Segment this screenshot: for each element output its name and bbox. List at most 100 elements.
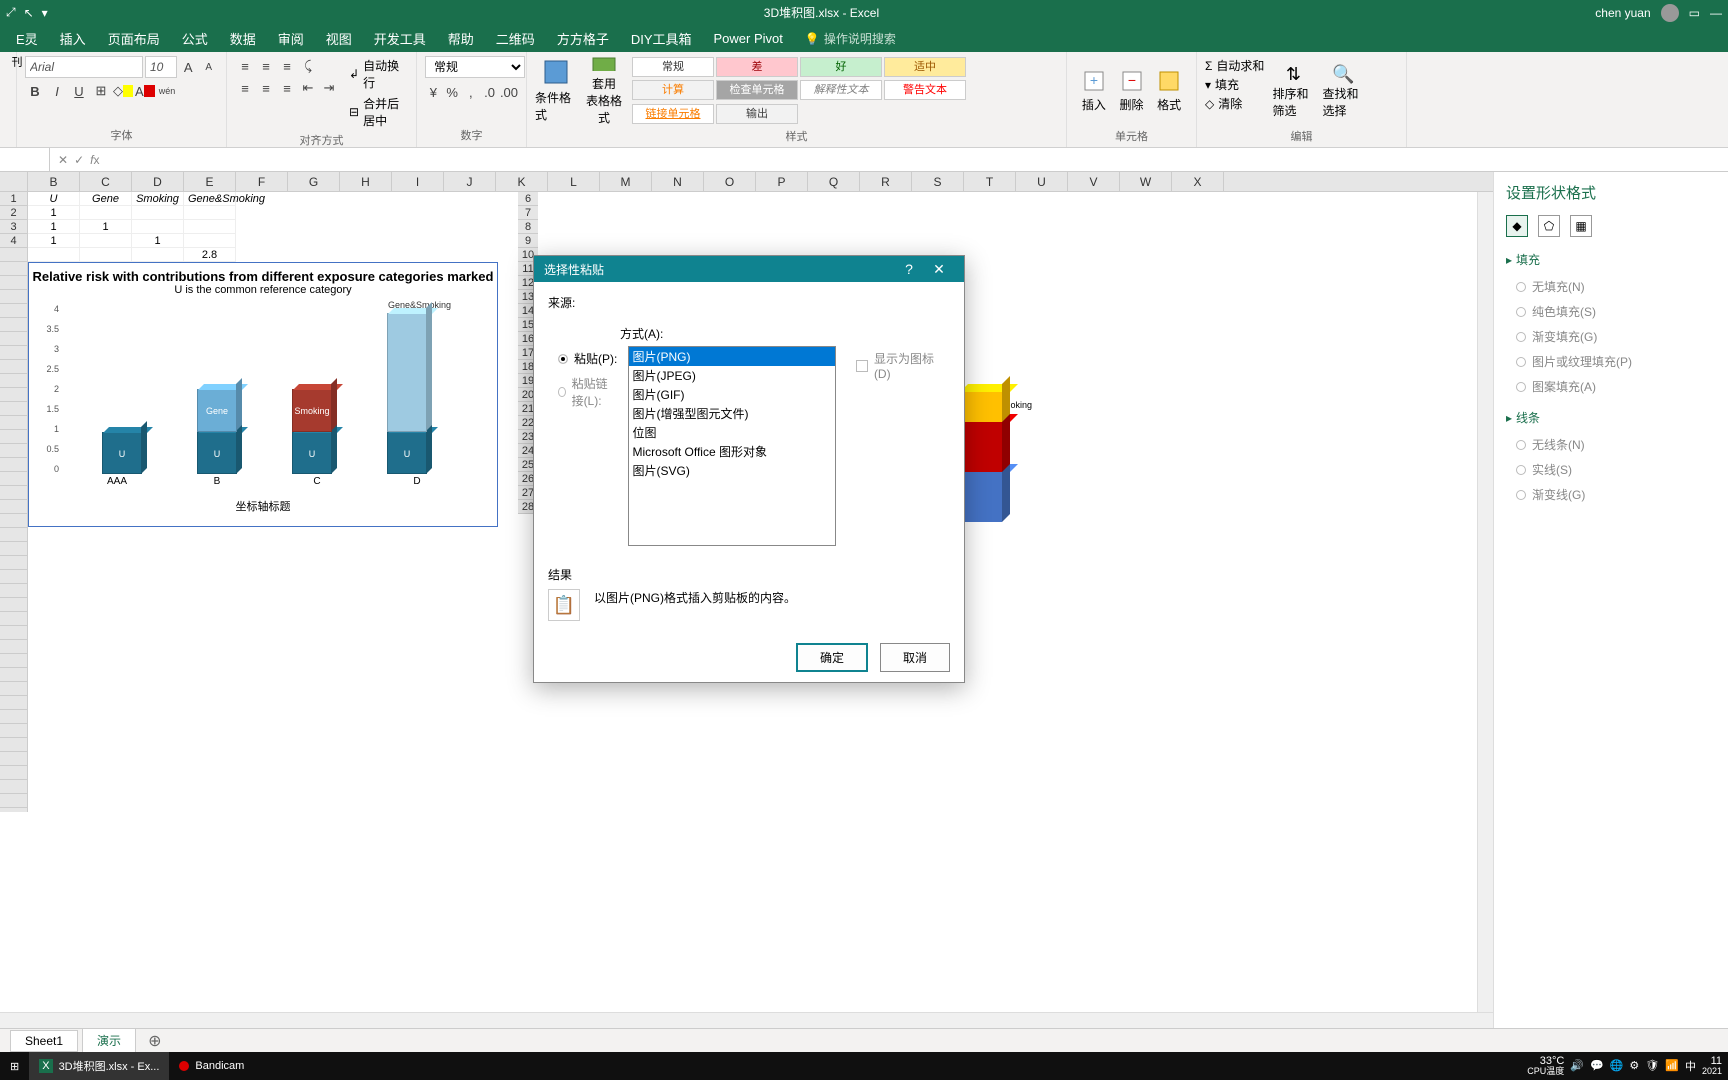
comma-icon[interactable]: , (462, 82, 479, 102)
row-header[interactable] (0, 304, 27, 318)
row-header[interactable] (0, 458, 27, 472)
tab-layout[interactable]: 页面布局 (98, 25, 170, 52)
font-size-select[interactable] (145, 56, 177, 78)
fill-tab-icon[interactable]: ◆ (1506, 215, 1528, 237)
fill-button[interactable]: ▾填充 (1205, 75, 1264, 94)
style-cell[interactable]: 好 (800, 57, 882, 77)
col-header[interactable]: H (340, 172, 392, 191)
row-header[interactable] (0, 416, 27, 430)
listbox-option[interactable]: 图片(GIF) (629, 385, 836, 404)
tab-help[interactable]: 帮助 (438, 25, 484, 52)
row-header[interactable] (0, 430, 27, 444)
row-header[interactable] (0, 444, 27, 458)
col-header[interactable]: Q (808, 172, 860, 191)
tab-view[interactable]: 视图 (316, 25, 362, 52)
row-header[interactable] (0, 794, 27, 808)
tab-powerpivot[interactable]: Power Pivot (704, 27, 793, 50)
paste-link-radio[interactable]: 粘贴链接(L): (548, 371, 618, 413)
confirm-fx-icon[interactable]: ✓ (74, 153, 84, 167)
ok-button[interactable]: 确定 (796, 643, 868, 672)
style-cell[interactable]: 常规 (632, 57, 714, 77)
cancel-button[interactable]: 取消 (880, 643, 950, 672)
col-header[interactable]: T (964, 172, 1016, 191)
sort-filter-button[interactable]: ⇅排序和筛选 (1272, 56, 1314, 126)
decimal-dec-icon[interactable]: .00 (500, 82, 518, 102)
listbox-option[interactable]: 图片(增强型图元文件) (629, 404, 836, 423)
font-name-select[interactable] (25, 56, 143, 78)
tab-qr[interactable]: 二维码 (486, 25, 545, 52)
border-button[interactable]: ⊞ (91, 81, 111, 101)
align-bot-icon[interactable]: ≡ (277, 56, 297, 76)
tray-icon[interactable]: 🔊 (1570, 1059, 1584, 1072)
temp-widget[interactable]: 33°CCPU温度 (1527, 1055, 1564, 1077)
row-header[interactable] (0, 346, 27, 360)
listbox-option[interactable]: 图片(SVG) (629, 461, 836, 480)
effects-tab-icon[interactable]: ⬠ (1538, 215, 1560, 237)
col-header[interactable]: L (548, 172, 600, 191)
indent-dec-icon[interactable]: ⇤ (298, 78, 318, 98)
listbox-option[interactable]: Microsoft Office 图形对象 (629, 442, 836, 461)
find-select-button[interactable]: 🔍查找和选择 (1322, 56, 1364, 126)
fill-option-radio[interactable]: 无填充(N) (1506, 274, 1716, 299)
taskbar-bandicam[interactable]: Bandicam (169, 1052, 254, 1080)
col-header[interactable]: X (1172, 172, 1224, 191)
paste-radio[interactable]: 粘贴(P): (548, 346, 618, 371)
col-header[interactable]: V (1068, 172, 1120, 191)
col-header[interactable]: R (860, 172, 912, 191)
ime-indicator[interactable]: 中 (1685, 1058, 1696, 1074)
row-header[interactable] (0, 542, 27, 556)
tell-me-search[interactable]: 💡 操作说明搜索 (805, 30, 896, 47)
increase-font-icon[interactable]: A (179, 57, 198, 77)
style-cell[interactable]: 解释性文本 (800, 80, 882, 100)
fill-section[interactable]: ▸ 填充 (1506, 251, 1716, 268)
row-header[interactable]: 1 (0, 192, 27, 206)
align-right-icon[interactable]: ≡ (277, 78, 297, 98)
line-option-radio[interactable]: 无线条(N) (1506, 432, 1716, 457)
bold-button[interactable]: B (25, 81, 45, 101)
horizontal-scrollbar[interactable] (0, 1012, 1493, 1028)
row-header[interactable] (0, 528, 27, 542)
col-header[interactable]: B (28, 172, 80, 191)
row-header[interactable]: 3 (0, 220, 27, 234)
table-format-button[interactable]: 套用 表格格式 (583, 56, 625, 126)
sheet-tab-demo[interactable]: 演示 (82, 1028, 136, 1053)
row-header[interactable] (0, 724, 27, 738)
tray-icon[interactable]: 💬 (1590, 1059, 1604, 1072)
row-header[interactable] (0, 290, 27, 304)
vertical-scrollbar[interactable] (1477, 192, 1493, 1028)
add-sheet-button[interactable]: ⊕ (140, 1031, 169, 1051)
cursor-icon[interactable]: ↖ (24, 6, 34, 20)
row-header[interactable] (0, 486, 27, 500)
fill-option-radio[interactable]: 纯色填充(S) (1506, 299, 1716, 324)
col-header[interactable]: S (912, 172, 964, 191)
cell-styles-gallery[interactable]: 常规差好适中计算检查单元格解释性文本警告文本链接单元格输出 (631, 56, 981, 126)
row-header[interactable] (0, 374, 27, 388)
row-header[interactable] (0, 276, 27, 290)
row-header[interactable] (0, 682, 27, 696)
listbox-option[interactable]: 图片(JPEG) (629, 366, 836, 385)
col-header[interactable]: O (704, 172, 756, 191)
decimal-inc-icon[interactable]: .0 (481, 82, 498, 102)
col-header[interactable]: N (652, 172, 704, 191)
merge-center-button[interactable]: ⊟合并后居中 (349, 94, 408, 130)
font-color-button[interactable]: A (135, 81, 155, 101)
tab-data[interactable]: 数据 (220, 25, 266, 52)
tab-insert[interactable]: 插入 (50, 25, 96, 52)
row-header[interactable] (0, 262, 27, 276)
indent-inc-icon[interactable]: ⇥ (319, 78, 339, 98)
dialog-close-button[interactable]: ✕ (924, 261, 954, 278)
col-header[interactable]: W (1120, 172, 1172, 191)
col-header[interactable]: I (392, 172, 444, 191)
decrease-font-icon[interactable]: A (200, 57, 219, 77)
col-header[interactable]: M (600, 172, 652, 191)
col-header[interactable]: D (132, 172, 184, 191)
tray-icon[interactable]: 🌐 (1610, 1059, 1624, 1072)
col-header[interactable]: F (236, 172, 288, 191)
col-header[interactable]: C (80, 172, 132, 191)
taskbar-excel[interactable]: X3D堆积图.xlsx - Ex... (29, 1052, 169, 1080)
fill-option-radio[interactable]: 图案填充(A) (1506, 374, 1716, 399)
col-header[interactable]: G (288, 172, 340, 191)
align-top-icon[interactable]: ≡ (235, 56, 255, 76)
ribbon-display-icon[interactable]: ▭ (1689, 6, 1700, 20)
row-header[interactable] (0, 402, 27, 416)
